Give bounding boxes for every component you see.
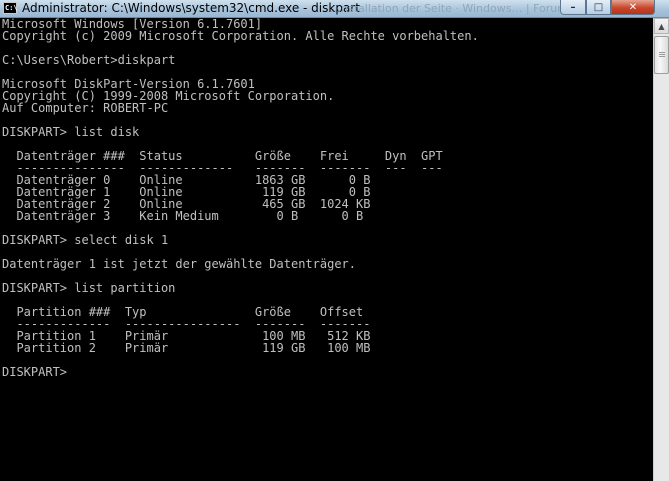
background-window-title: …nstallation der Seite · Windows… | Foru…: [330, 2, 568, 15]
console-text: Microsoft Windows [Version 6.1.7601] Copy…: [0, 18, 653, 378]
window-title: Administrator: C:\Windows\system32\cmd.e…: [22, 1, 360, 15]
cmd-app-icon[interactable]: C:\: [3, 2, 18, 14]
scroll-up-arrow-icon[interactable]: ▲: [654, 18, 669, 34]
console-line: Copyright (c) 2009 Microsoft Corporation…: [2, 29, 479, 43]
console-line: DISKPART> list partition: [2, 281, 176, 295]
console-line: Partition 2 Primär 119 GB 100 MB: [2, 341, 371, 355]
close-button[interactable]: ✕: [611, 0, 655, 15]
console-line: DISKPART>: [2, 365, 75, 379]
scrollbar-thumb[interactable]: [654, 36, 669, 74]
cmd-window: C:\ Administrator: C:\Windows\system32\c…: [0, 0, 669, 481]
console-line: Datenträger 3 Kein Medium 0 B 0 B: [2, 209, 364, 223]
console-line: Auf Computer: ROBERT-PC: [2, 101, 169, 115]
title-bar[interactable]: C:\ Administrator: C:\Windows\system32\c…: [0, 0, 669, 18]
console-output[interactable]: Microsoft Windows [Version 6.1.7601] Copy…: [0, 18, 653, 481]
maximize-button[interactable]: □: [586, 0, 611, 15]
minimize-button[interactable]: –: [560, 0, 586, 15]
thumb-grip-icon: [659, 52, 665, 58]
console-line: C:\Users\Robert>diskpart: [2, 53, 176, 67]
vertical-scrollbar[interactable]: ▲: [653, 18, 669, 481]
console-line: DISKPART> list disk: [2, 125, 140, 139]
console-line: DISKPART> select disk 1: [2, 233, 169, 247]
console-line: Datenträger 1 ist jetzt der gewählte Dat…: [2, 257, 357, 271]
